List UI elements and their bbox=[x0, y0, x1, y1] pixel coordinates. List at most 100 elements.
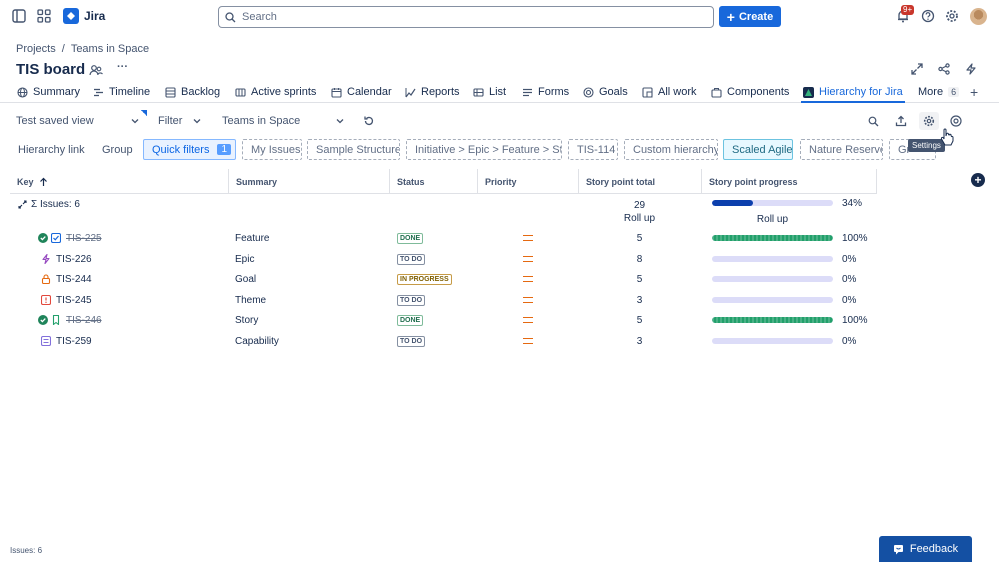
support-lifebuoy-icon[interactable] bbox=[950, 115, 962, 127]
tab-label: Active sprints bbox=[251, 86, 317, 98]
user-avatar[interactable] bbox=[970, 8, 987, 25]
column-header-priority[interactable]: Priority bbox=[477, 169, 578, 194]
more-actions-icon[interactable]: ··· bbox=[117, 61, 131, 75]
tab-more[interactable]: More 6 bbox=[918, 86, 960, 98]
tab-goals[interactable]: Goals bbox=[583, 86, 628, 98]
jira-logo[interactable]: Jira bbox=[63, 8, 105, 24]
filter-chip-my-issues[interactable]: My Issues bbox=[242, 139, 302, 160]
automation-lightning-icon[interactable] bbox=[965, 63, 979, 77]
status-lozenge[interactable]: TO DO bbox=[397, 294, 426, 306]
status-lozenge[interactable]: DONE bbox=[397, 232, 424, 244]
column-header-status[interactable]: Status bbox=[389, 169, 477, 194]
fullscreen-icon[interactable] bbox=[911, 63, 925, 77]
tab-summary[interactable]: Summary bbox=[17, 86, 80, 98]
issue-key-link[interactable]: TIS-259 bbox=[56, 336, 92, 347]
tab-hierarchy-for-jira[interactable]: Hierarchy for Jira bbox=[803, 86, 903, 98]
progress-bar-fill bbox=[712, 235, 833, 241]
issue-key-link[interactable]: TIS-244 bbox=[56, 274, 92, 285]
story-point-progress-bar bbox=[712, 256, 833, 262]
add-tab-plus-icon[interactable]: + bbox=[970, 84, 978, 100]
team-people-icon[interactable] bbox=[89, 63, 103, 77]
quick-filters-button[interactable]: Quick filters 1 bbox=[143, 139, 236, 160]
refresh-icon[interactable] bbox=[363, 115, 375, 127]
issue-key-link[interactable]: TIS-226 bbox=[56, 254, 92, 265]
status-lozenge[interactable]: TO DO bbox=[397, 253, 426, 265]
filter-chip-sample-structure[interactable]: Sample Structure bbox=[307, 139, 400, 160]
summary-total-cell: 29 Roll up bbox=[578, 194, 701, 230]
status-cell: TO DO bbox=[397, 290, 426, 310]
key-cell: TIS-225 bbox=[38, 228, 102, 248]
settings-gear-icon[interactable] bbox=[919, 112, 939, 130]
tab-all-work[interactable]: All work bbox=[642, 86, 697, 98]
tab-list[interactable]: List bbox=[473, 86, 506, 98]
priority-cell bbox=[523, 269, 533, 289]
tab-backlog[interactable]: Backlog bbox=[165, 86, 220, 98]
filter-chip-tis-114[interactable]: TIS-114 bbox=[568, 139, 618, 160]
team-select[interactable]: Teams in Space bbox=[222, 115, 345, 127]
priority-medium-icon bbox=[523, 338, 533, 344]
filter-chip-custom-hierarchy[interactable]: Custom hierarchy bbox=[624, 139, 718, 160]
table-row[interactable]: TIS-244 Goal IN PROGRESS 5 0% bbox=[10, 269, 877, 289]
column-header-story-point-total[interactable]: Story point total bbox=[578, 169, 701, 194]
create-button[interactable]: + Create bbox=[719, 6, 781, 27]
tab-calendar[interactable]: Calendar bbox=[331, 86, 392, 98]
help-icon[interactable] bbox=[921, 9, 937, 25]
quick-filters-count: 1 bbox=[217, 144, 232, 155]
breadcrumb-projects[interactable]: Projects bbox=[16, 43, 56, 55]
plus-icon: + bbox=[726, 8, 735, 25]
breadcrumb-project[interactable]: Teams in Space bbox=[71, 43, 149, 55]
sidebar-toggle-icon[interactable] bbox=[12, 9, 28, 25]
issue-key-link[interactable]: TIS-246 bbox=[66, 315, 102, 326]
app-switcher-icon[interactable] bbox=[37, 9, 53, 25]
feedback-chat-icon bbox=[893, 544, 904, 555]
team-value: Teams in Space bbox=[222, 115, 301, 127]
issues-count-footer: Issues: 6 bbox=[10, 546, 43, 555]
progress-percent: 0% bbox=[842, 335, 857, 347]
search-box[interactable] bbox=[218, 6, 714, 28]
saved-view-select[interactable]: Test saved view bbox=[16, 115, 140, 127]
table-row[interactable]: TIS-225 Feature DONE 5 100% bbox=[10, 228, 877, 248]
key-cell: TIS-246 bbox=[38, 310, 102, 330]
all-work-icon bbox=[642, 86, 653, 98]
table-row[interactable]: TIS-226 Epic TO DO 8 0% bbox=[10, 249, 877, 269]
settings-gear-icon[interactable] bbox=[945, 9, 961, 25]
tab-reports[interactable]: Reports bbox=[405, 86, 460, 98]
column-header-summary[interactable]: Summary bbox=[228, 169, 389, 194]
status-lozenge[interactable]: IN PROGRESS bbox=[397, 273, 452, 285]
filter-select[interactable]: Filter bbox=[158, 115, 202, 127]
filter-chip-scaled-agile[interactable]: Scaled Agile bbox=[723, 139, 793, 160]
calendar-icon bbox=[331, 87, 342, 98]
add-column-plus-icon[interactable]: + bbox=[971, 173, 985, 187]
priority-cell bbox=[523, 331, 533, 351]
share-icon[interactable] bbox=[938, 63, 952, 77]
table-row[interactable]: TIS-246 Story DONE 5 100% bbox=[10, 310, 877, 330]
summary-total-value: 29 bbox=[633, 200, 646, 211]
export-upload-icon[interactable] bbox=[895, 115, 907, 127]
issue-key-link[interactable]: TIS-245 bbox=[56, 295, 92, 306]
status-lozenge[interactable]: TO DO bbox=[397, 335, 426, 347]
filter-chip-nature-reserve[interactable]: Nature Reserve bbox=[800, 139, 883, 160]
table-row[interactable]: TIS-259 Capability TO DO 3 0% bbox=[10, 331, 877, 351]
search-icon[interactable] bbox=[868, 116, 879, 127]
progress-cell: 0% bbox=[712, 290, 856, 310]
tab-active-sprints[interactable]: Active sprints bbox=[235, 86, 316, 98]
tab-components[interactable]: Components bbox=[711, 86, 789, 98]
tab-forms[interactable]: Forms bbox=[522, 86, 569, 98]
feedback-button[interactable]: Feedback bbox=[879, 536, 972, 562]
filter-chip-initiative-hierarchy[interactable]: Initiative > Epic > Feature > St... bbox=[406, 139, 562, 160]
tab-label: List bbox=[489, 86, 507, 98]
search-input[interactable] bbox=[242, 11, 682, 23]
table-row[interactable]: TIS-245 Theme TO DO 3 0% bbox=[10, 290, 877, 310]
issue-key-link[interactable]: TIS-225 bbox=[66, 233, 102, 244]
hierarchy-link-button[interactable]: Hierarchy link bbox=[18, 139, 85, 160]
expand-collapse-icon[interactable] bbox=[18, 199, 27, 209]
tab-timeline[interactable]: Timeline bbox=[93, 86, 150, 98]
status-lozenge[interactable]: DONE bbox=[397, 314, 424, 326]
column-header-story-point-progress[interactable]: Story point progress bbox=[701, 169, 877, 194]
feature-icon bbox=[51, 233, 61, 243]
story-point-progress-bar bbox=[712, 235, 833, 241]
group-button[interactable]: Group bbox=[102, 139, 133, 160]
column-header-key[interactable]: Key bbox=[10, 169, 228, 194]
notifications-badge: 9+ bbox=[901, 5, 915, 15]
goals-icon bbox=[583, 86, 594, 98]
